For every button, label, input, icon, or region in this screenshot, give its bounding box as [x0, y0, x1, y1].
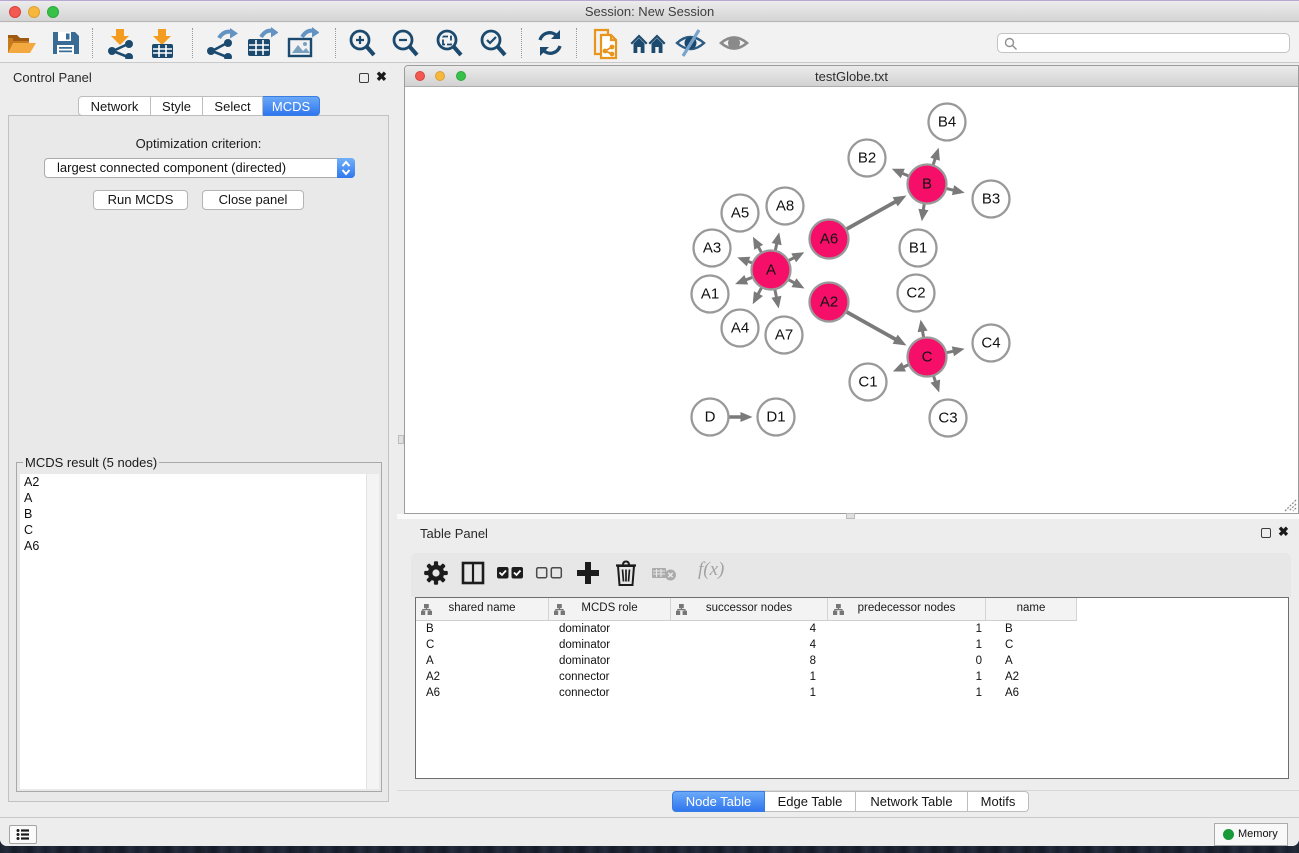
svg-text:C: C: [922, 349, 933, 366]
svg-text:D: D: [705, 409, 716, 426]
svg-text:A7: A7: [775, 327, 793, 344]
svg-text:C2: C2: [906, 285, 925, 302]
svg-text:D1: D1: [766, 409, 785, 426]
svg-text:B: B: [922, 176, 932, 193]
svg-text:C4: C4: [981, 335, 1000, 352]
svg-text:C3: C3: [938, 410, 957, 427]
svg-text:C1: C1: [858, 374, 877, 391]
svg-text:B2: B2: [858, 150, 876, 167]
svg-text:B4: B4: [938, 114, 956, 131]
svg-text:A4: A4: [731, 320, 749, 337]
svg-text:A2: A2: [820, 294, 838, 311]
svg-text:B1: B1: [909, 240, 927, 257]
svg-text:A1: A1: [701, 286, 719, 303]
svg-text:B3: B3: [982, 191, 1000, 208]
svg-text:A3: A3: [703, 240, 721, 257]
svg-text:A8: A8: [776, 198, 794, 215]
svg-text:A5: A5: [731, 205, 749, 222]
svg-text:A: A: [766, 262, 776, 279]
svg-text:A6: A6: [820, 231, 838, 248]
